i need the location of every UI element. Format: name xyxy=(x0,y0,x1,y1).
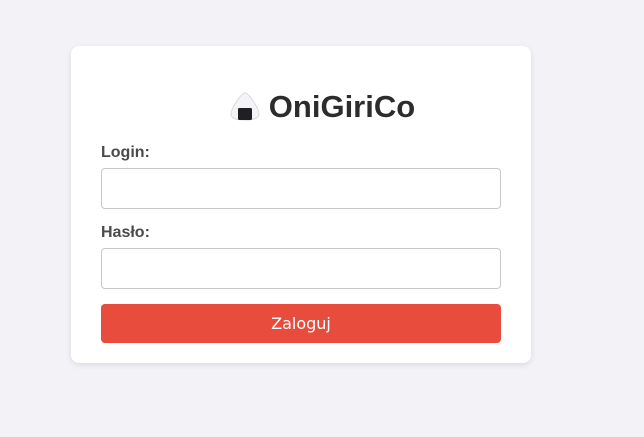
onigiri-icon xyxy=(229,90,261,122)
login-input[interactable] xyxy=(101,168,501,209)
brand-title: OniGiriCo xyxy=(268,89,416,124)
password-input[interactable] xyxy=(101,248,501,289)
login-label: Login: xyxy=(101,144,150,161)
brand-header: OniGiriCo xyxy=(0,88,644,124)
password-label: Hasło: xyxy=(101,224,150,241)
login-button[interactable]: Zaloguj xyxy=(101,304,501,343)
